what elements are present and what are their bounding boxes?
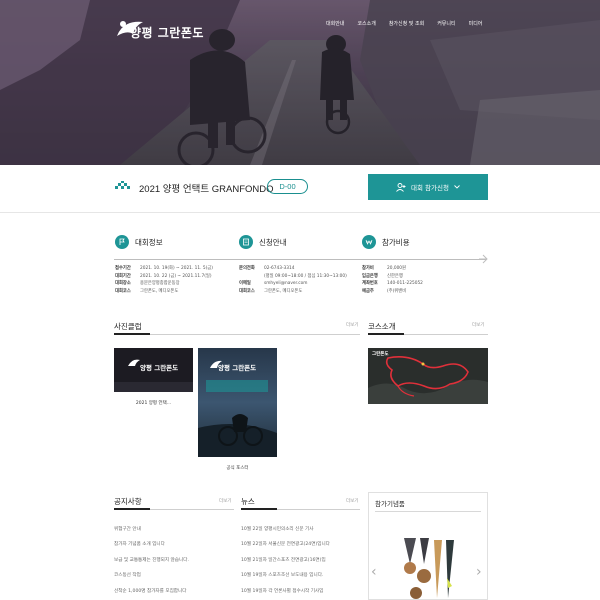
info-value: (평일 09:00~18:00 / 점심 11:30~13:00) bbox=[264, 273, 347, 279]
souvenir-title: 참가기념품 bbox=[375, 500, 405, 508]
news-item[interactable]: 10월 19일자 스포츠조선 보도내용 입니다. bbox=[241, 568, 330, 583]
arrow-right-icon bbox=[479, 254, 488, 264]
event-title: 2021 양평 언택트 GRANFONDO bbox=[139, 184, 274, 195]
apply-button[interactable]: 대회 참가신청 bbox=[368, 174, 488, 200]
notice-accent bbox=[114, 508, 150, 510]
news-item[interactable]: 10월 19일자 각 언론사별 접수시작 기사입 bbox=[241, 584, 330, 599]
souvenir-medals-image[interactable] bbox=[396, 538, 460, 600]
nav-item-apply[interactable]: 참가신청 및 조회 bbox=[389, 20, 424, 27]
photo-thumb-1[interactable]: 양평 그란폰도 bbox=[114, 348, 193, 392]
nav-item-media[interactable]: 미디어 bbox=[469, 20, 483, 27]
news-accent bbox=[241, 508, 277, 510]
news-list: 10월 22일 양평시민의소리 신문 기사 10월 22일자 서울신문 전면광고… bbox=[241, 522, 330, 599]
chevron-left-icon[interactable]: ‹ bbox=[371, 564, 377, 580]
won-icon bbox=[362, 235, 376, 249]
info-title-competition: 대회정보 bbox=[135, 237, 163, 247]
info-head-competition: 대회정보 bbox=[115, 235, 163, 249]
news-more-link[interactable]: 더보기 bbox=[346, 498, 358, 504]
photo-thumb-1-logo: 양평 그란폰도 bbox=[140, 364, 179, 372]
notice-item[interactable]: 선착순 1,000명 참가자를 모집합니다 bbox=[114, 584, 189, 599]
notice-item[interactable]: 코스동선 작업 bbox=[114, 568, 189, 583]
course-more-link[interactable]: 더보기 bbox=[472, 322, 484, 328]
dday-badge: D-00 bbox=[267, 179, 308, 194]
photo-thumb-2-logo: 양평 그란폰도 bbox=[218, 364, 257, 372]
info-value: 용문은양평종합운동장 bbox=[140, 281, 180, 287]
nav-item-community[interactable]: 커뮤니티 bbox=[437, 20, 455, 27]
info-key: 계좌번호 bbox=[362, 281, 378, 287]
info-key: 이메일 bbox=[239, 281, 251, 287]
notice-title: 공지사항 bbox=[114, 497, 142, 506]
main-nav: 대회안내 코스소개 참가신청 및 조회 커뮤니티 미디어 bbox=[326, 20, 495, 27]
document-icon bbox=[239, 235, 253, 249]
logo-text[interactable]: 양평 그란폰도 bbox=[130, 24, 204, 41]
info-value: 그란폰도, 메디오폰도 bbox=[264, 288, 303, 294]
info-key: 입금은행 bbox=[362, 273, 378, 279]
chevron-right-icon[interactable]: › bbox=[476, 564, 482, 580]
info-key: 문의전화 bbox=[239, 266, 255, 271]
info-value: 140-011-225052 bbox=[387, 281, 423, 287]
chevron-down-icon bbox=[454, 185, 460, 189]
photo-club-more-link[interactable]: 더보기 bbox=[346, 322, 358, 328]
nav-item-competition[interactable]: 대회안내 bbox=[326, 20, 344, 27]
info-key: 대회장소 bbox=[115, 281, 131, 287]
photo-caption-2[interactable]: 공식 포스터 bbox=[198, 465, 277, 471]
course-title: 코스소개 bbox=[368, 322, 396, 331]
info-key: 참가비 bbox=[362, 266, 374, 271]
info-value: 2021. 10. 22 (금) ~ 2021.11.7(일) bbox=[140, 273, 212, 279]
souvenir-divider bbox=[375, 511, 481, 512]
info-key: 대회코스 bbox=[239, 288, 255, 294]
notice-more-link[interactable]: 더보기 bbox=[219, 498, 231, 504]
news-item[interactable]: 10월 21일자 일간스포츠 전면광고(16면)입 bbox=[241, 553, 330, 568]
flag-icon bbox=[115, 235, 129, 249]
photo-thumb-2[interactable]: 양평 그란폰도 bbox=[198, 348, 277, 457]
info-value: 그란폰도, 메디오폰도 bbox=[140, 288, 179, 294]
notice-item[interactable]: 보급 및 교통통제는 진행되지 않습니다. bbox=[114, 553, 189, 568]
info-divider bbox=[114, 259, 486, 260]
info-fee-rows: 참가비 20,000원 입금은행 신한은행 계좌번호 140-011-225052 예… bbox=[362, 265, 423, 295]
info-value: 02-6743-3314 bbox=[264, 266, 295, 271]
news-title: 뉴스 bbox=[241, 497, 255, 506]
info-key: 대회기간 bbox=[115, 273, 131, 279]
photo-club-title: 사진클럽 bbox=[114, 322, 142, 331]
news-item[interactable]: 10월 22일 양평시민의소리 신문 기사 bbox=[241, 522, 330, 537]
photo-caption-1[interactable]: 2021 양평 언택... bbox=[114, 400, 193, 406]
info-head-application: 신청안내 bbox=[239, 235, 287, 249]
info-title-fee: 참가비용 bbox=[382, 237, 410, 247]
checkered-flag-icon bbox=[115, 181, 130, 189]
hero-banner: 양평 그란폰도 대회안내 코스소개 참가신청 및 조회 커뮤니티 미디어 bbox=[0, 0, 600, 165]
notice-item[interactable]: 참가자 기념품 소개 입니다 bbox=[114, 537, 189, 552]
info-title-application: 신청안내 bbox=[259, 237, 287, 247]
info-application-rows: 문의전화 02-6743-3314 (평일 09:00~18:00 / 점심 11… bbox=[239, 265, 347, 295]
info-key: 대회코스 bbox=[115, 288, 131, 294]
info-key: 접수기간 bbox=[115, 266, 131, 271]
photo-club-divider bbox=[114, 334, 360, 335]
news-item[interactable]: 10월 22일자 서울신문 전면광고(24면)입니다 bbox=[241, 537, 330, 552]
info-value: 20,000원 bbox=[387, 266, 406, 271]
info-value: 2021. 10. 19(화) ~ 2021. 11. 5(금) bbox=[140, 266, 213, 271]
notice-list: 위험구간 안내 참가자 기념품 소개 입니다 보급 및 교통통제는 진행되지 않… bbox=[114, 522, 189, 599]
photo-club-accent bbox=[114, 333, 150, 335]
course-accent bbox=[368, 333, 404, 335]
nav-item-course[interactable]: 코스소개 bbox=[357, 20, 375, 27]
info-head-fee: 참가비용 bbox=[362, 235, 410, 249]
hero-photo bbox=[0, 0, 600, 165]
info-competition-rows: 접수기간 2021. 10. 19(화) ~ 2021. 11. 5(금) 대회기… bbox=[115, 265, 213, 295]
course-map-label: 그란폰도 bbox=[372, 352, 389, 357]
add-user-icon bbox=[396, 182, 406, 192]
info-value: (주)위밴비 bbox=[387, 288, 407, 294]
info-key: 예금주 bbox=[362, 288, 374, 294]
notice-item[interactable]: 위험구간 안내 bbox=[114, 522, 189, 537]
apply-button-label: 대회 참가신청 bbox=[411, 184, 449, 192]
info-value: smhyeli@naver.com bbox=[264, 281, 308, 287]
course-map[interactable]: 그란폰도 bbox=[368, 348, 488, 404]
info-value: 신한은행 bbox=[387, 273, 403, 279]
